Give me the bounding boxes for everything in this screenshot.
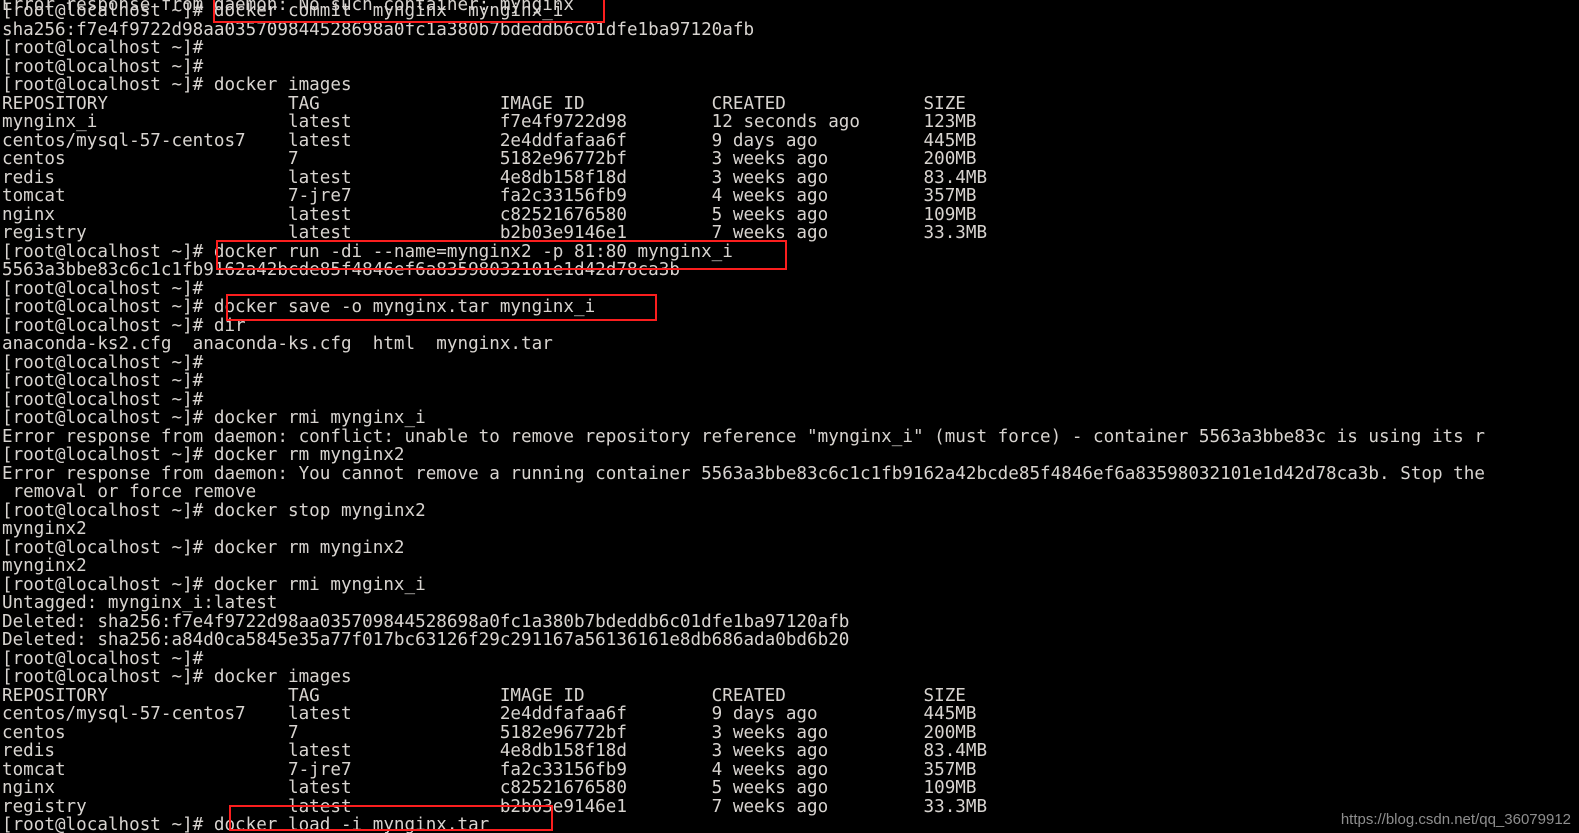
terminal-line: removal or force remove — [2, 482, 257, 502]
terminal-line: mynginx2 — [2, 519, 87, 539]
terminal-line: Error response from daemon: conflict: un… — [2, 427, 1485, 447]
terminal-line: [root@localhost ~]# — [2, 57, 204, 77]
terminal-line: [root@localhost ~]# dir — [2, 316, 246, 336]
terminal-line: tomcat 7-jre7 fa2c33156fb9 4 weeks ago 3… — [2, 186, 977, 206]
terminal-line: [root@localhost ~]# docker rm mynginx2 — [2, 445, 405, 465]
terminal-line: mynginx2 — [2, 556, 87, 576]
terminal-line: [root@localhost ~]# docker images — [2, 75, 352, 95]
terminal-line: [root@localhost ~]# — [2, 353, 204, 373]
terminal-line: nginx latest c82521676580 5 weeks ago 10… — [2, 205, 977, 225]
watermark-text: https://blog.csdn.net/qq_36079912 — [1340, 810, 1571, 828]
terminal-line: Error response from daemon: You cannot r… — [2, 464, 1485, 484]
terminal-line: [root@localhost ~]# docker save -o myngi… — [2, 297, 596, 317]
terminal-line: [root@localhost ~]# — [2, 371, 204, 391]
terminal-window[interactable]: Error response from daemon: No such cont… — [0, 0, 1579, 833]
terminal-line: REPOSITORY TAG IMAGE ID CREATED SIZE — [2, 686, 966, 706]
terminal-line: centos 7 5182e96772bf 3 weeks ago 200MB — [2, 149, 977, 169]
terminal-line: [root@localhost ~]# — [2, 279, 204, 299]
terminal-line: tomcat 7-jre7 fa2c33156fb9 4 weeks ago 3… — [2, 760, 977, 780]
terminal-line: [root@localhost ~]# — [2, 390, 204, 410]
terminal-line: centos 7 5182e96772bf 3 weeks ago 200MB — [2, 723, 977, 743]
terminal-line: [root@localhost ~]# docker commit myngin… — [2, 1, 564, 21]
terminal-line: [root@localhost ~]# docker images — [2, 667, 352, 687]
terminal-line: redis latest 4e8db158f18d 3 weeks ago 83… — [2, 741, 988, 761]
terminal-line: Deleted: sha256:f7e4f9722d98aa0357098445… — [2, 612, 850, 632]
terminal-line: centos/mysql-57-centos7 latest 2e4ddfafa… — [2, 131, 977, 151]
terminal-line: [root@localhost ~]# docker load -i myngi… — [2, 815, 490, 833]
terminal-line: registry latest b2b03e9146e1 7 weeks ago… — [2, 797, 988, 817]
terminal-line: Untagged: mynginx_i:latest — [2, 593, 278, 613]
terminal-line: [root@localhost ~]# docker run -di --nam… — [2, 242, 733, 262]
terminal-line: REPOSITORY TAG IMAGE ID CREATED SIZE — [2, 94, 966, 114]
terminal-line: registry latest b2b03e9146e1 7 weeks ago… — [2, 223, 988, 243]
terminal-line: [root@localhost ~]# docker rm mynginx2 — [2, 538, 405, 558]
terminal-line: nginx latest c82521676580 5 weeks ago 10… — [2, 778, 977, 798]
terminal-line: [root@localhost ~]# — [2, 38, 204, 58]
terminal-line: [root@localhost ~]# docker rmi mynginx_i — [2, 575, 426, 595]
terminal-line: sha256:f7e4f9722d98aa035709844528698a0fc… — [2, 20, 755, 40]
terminal-line: [root@localhost ~]# — [2, 649, 204, 669]
terminal-line: Deleted: sha256:a84d0ca5845e35a77f017bc6… — [2, 630, 850, 650]
terminal-line: mynginx_i latest f7e4f9722d98 12 seconds… — [2, 112, 977, 132]
terminal-line: [root@localhost ~]# docker rmi mynginx_i — [2, 408, 426, 428]
terminal-line: centos/mysql-57-centos7 latest 2e4ddfafa… — [2, 704, 977, 724]
terminal-line: anaconda-ks2.cfg anaconda-ks.cfg html my… — [2, 334, 553, 354]
terminal-line: redis latest 4e8db158f18d 3 weeks ago 83… — [2, 168, 988, 188]
terminal-screen[interactable]: Error response from daemon: No such cont… — [0, 0, 1579, 833]
terminal-line: 5563a3bbe83c6c1c1fb9162a42bcde85f4846ef6… — [2, 260, 680, 280]
terminal-line: [root@localhost ~]# docker stop mynginx2 — [2, 501, 426, 521]
